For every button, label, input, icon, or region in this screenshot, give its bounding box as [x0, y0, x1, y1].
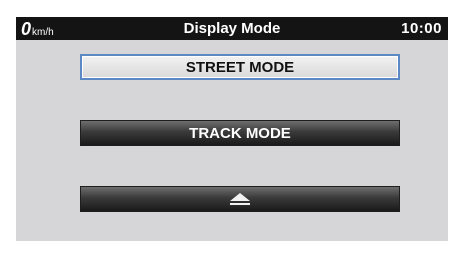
- eject-button[interactable]: [80, 186, 400, 212]
- street-mode-button[interactable]: STREET MODE: [80, 54, 400, 80]
- page-title: Display Mode: [183, 20, 281, 37]
- eject-icon: [230, 193, 250, 205]
- status-bar: 0 km/h Display Mode 10:00: [16, 17, 448, 40]
- display-screen: 0 km/h Display Mode 10:00 STREET MODE TR…: [16, 17, 448, 241]
- track-mode-button[interactable]: TRACK MODE: [80, 120, 400, 146]
- track-mode-label: TRACK MODE: [189, 124, 291, 142]
- street-mode-label: STREET MODE: [185, 58, 295, 76]
- clock: 10:00: [401, 20, 442, 37]
